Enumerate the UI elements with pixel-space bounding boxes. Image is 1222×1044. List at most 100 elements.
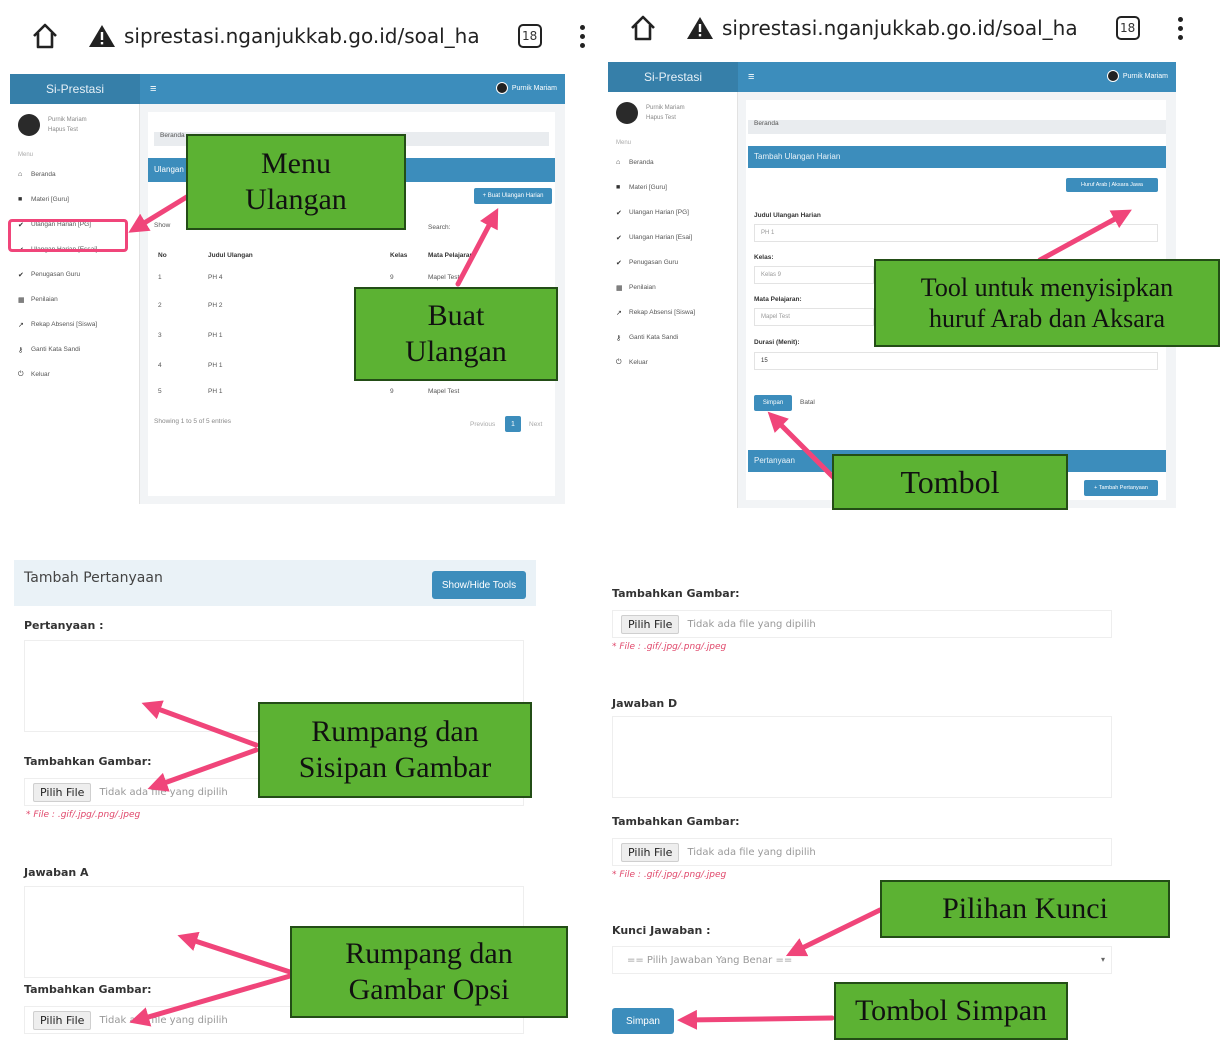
chart-icon: ↗ <box>18 321 24 329</box>
column-header[interactable]: Judul Ulangan <box>208 252 253 259</box>
user-menu[interactable]: Purnik Mariam <box>495 82 557 94</box>
menu-section-label: Menu <box>18 152 34 158</box>
judul-label: Judul Ulangan Harian <box>754 212 821 219</box>
breadcrumb: Beranda <box>748 120 1166 134</box>
kelas-select[interactable]: Kelas 9 <box>754 266 874 284</box>
file-input[interactable]: Pilih File Tidak ada file yang dipilih <box>612 610 1112 638</box>
table-cell: PH 4 <box>208 274 223 281</box>
no-file-text: Tidak ada file yang dipilih <box>99 1014 228 1026</box>
sidebar-item-ulangan-esai[interactable]: ✔ Ulangan Harian [Esai] <box>608 225 737 250</box>
app-brand[interactable]: Si-Prestasi <box>608 62 738 92</box>
column-header[interactable]: Kelas <box>390 252 407 259</box>
file-type-hint: * File : .gif/.jpg/.png/.jpeg <box>26 810 141 820</box>
table-cell: 2 <box>158 302 162 309</box>
show-hide-tools-button[interactable]: Show/Hide Tools <box>432 571 526 599</box>
choose-file-button[interactable]: Pilih File <box>621 842 680 862</box>
sidebar-item-penugasan[interactable]: ✔ Penugasan Guru <box>608 250 737 275</box>
sidebar-item-rekap[interactable]: ↗ Rekap Absensi [Siswa] <box>608 300 737 325</box>
table-footer-info: Showing 1 to 5 of 5 entries <box>154 418 231 425</box>
callout-text: Menu <box>261 147 331 180</box>
home-icon[interactable] <box>628 13 658 43</box>
sidebar-item-ulangan-pg[interactable]: ✔ Ulangan Harian [PG] <box>608 200 737 225</box>
callout-text: Buat <box>427 299 485 332</box>
top-navbar: Si-Prestasi ≡ Purnik Mariam <box>608 62 1176 92</box>
sidebar-item-beranda[interactable]: ⌂ Beranda <box>10 162 139 187</box>
breadcrumb-item: Beranda <box>754 120 779 127</box>
gambar-label: Tambahkan Gambar: <box>24 755 152 768</box>
sidebar-item-label: Keluar <box>31 371 50 378</box>
home-icon[interactable] <box>30 21 60 51</box>
sidebar-item-materi[interactable]: ■ Materi [Guru] <box>10 187 139 212</box>
sidebar-item-penugasan[interactable]: ✔ Penugasan Guru <box>10 262 139 287</box>
avatar <box>616 102 638 124</box>
arrow <box>677 1009 835 1030</box>
durasi-input[interactable]: 15 <box>754 352 1158 370</box>
table-cell: 5 <box>158 388 162 395</box>
file-type-hint: * File : .gif/.jpg/.png/.jpeg <box>612 870 727 880</box>
profile-name: Purnik Mariam <box>48 117 87 123</box>
sidebar-item-materi[interactable]: ■ Materi [Guru] <box>608 175 737 200</box>
choose-file-button[interactable]: Pilih File <box>33 1010 92 1030</box>
sidebar-item-penilaian[interactable]: ▦ Penilaian <box>608 275 737 300</box>
choose-file-button[interactable]: Pilih File <box>33 782 92 802</box>
cancel-button[interactable]: Batal <box>800 399 815 406</box>
sidebar-item-penilaian[interactable]: ▦ Penilaian <box>10 287 139 312</box>
warning-icon <box>89 25 115 47</box>
gambar-label: Tambahkan Gambar: <box>612 815 740 828</box>
callout-text: Gambar Opsi <box>348 973 510 1006</box>
tab-count-icon[interactable]: 18 <box>1115 16 1140 40</box>
column-header[interactable]: No <box>158 252 167 259</box>
table-cell: PH 1 <box>208 388 223 395</box>
grid-icon: ▦ <box>18 296 25 304</box>
more-menu-icon[interactable] <box>579 24 586 48</box>
sidebar-item-ganti-sandi[interactable]: ⚷ Ganti Kata Sandi <box>608 325 737 350</box>
judul-input[interactable]: PH 1 <box>754 224 1158 242</box>
callout-text: Rumpang dan <box>345 937 513 970</box>
add-question-button[interactable]: + Tambah Pertanyaan <box>1084 480 1158 496</box>
pagination-next[interactable]: Next <box>529 421 542 428</box>
pagination-previous[interactable]: Previous <box>470 421 495 428</box>
sidebar-item-beranda[interactable]: ⌂ Beranda <box>608 150 737 175</box>
sidebar-item-label: Beranda <box>629 159 654 166</box>
menu-toggle-icon[interactable]: ≡ <box>748 71 754 83</box>
tab-count-icon[interactable]: 18 <box>517 24 542 48</box>
mapel-label: Mata Pelajaran: <box>754 296 802 303</box>
table-cell: PH 1 <box>208 362 223 369</box>
form-title: Tambah Pertanyaan <box>24 570 163 586</box>
menu-toggle-icon[interactable]: ≡ <box>150 83 156 95</box>
choose-file-button[interactable]: Pilih File <box>621 614 680 634</box>
save-button[interactable]: Simpan <box>612 1008 674 1034</box>
menu-section-label: Menu <box>616 140 632 146</box>
sidebar-item-ganti-sandi[interactable]: ⚷ Ganti Kata Sandi <box>10 337 139 362</box>
callout-menu-ulangan: Menu Ulangan <box>186 134 406 230</box>
arab-aksara-tools[interactable]: Huruf Arab | Aksara Jawa <box>1066 178 1158 192</box>
profile-role: Hapus Test <box>48 127 78 133</box>
sidebar-item-rekap[interactable]: ↗ Rekap Absensi [Siswa] <box>10 312 139 337</box>
url-text[interactable]: siprestasi.nganjukkab.go.id/soal_ha <box>722 16 1078 40</box>
callout-buat-ulangan: Buat Ulangan <box>354 287 558 381</box>
more-menu-icon[interactable] <box>1177 16 1184 40</box>
jawaban-d-textarea[interactable] <box>612 716 1112 798</box>
folder-icon: ■ <box>616 184 621 191</box>
app-brand[interactable]: Si-Prestasi <box>10 74 140 104</box>
mapel-select[interactable]: Mapel Test <box>754 308 874 326</box>
table-cell: Mapel Test <box>428 388 460 395</box>
avatar <box>18 114 40 136</box>
save-button[interactable]: Simpan <box>754 395 792 411</box>
sidebar-item-keluar[interactable]: ⏻ Keluar <box>608 350 737 375</box>
url-text[interactable]: siprestasi.nganjukkab.go.id/soal_ha <box>124 24 480 48</box>
check-icon: ✔ <box>18 271 24 279</box>
panel-title: Ulangan <box>154 165 184 174</box>
pagination-page[interactable]: 1 <box>505 416 521 432</box>
sidebar-item-label: Ganti Kata Sandi <box>31 346 81 353</box>
callout-text: Tombol Simpan <box>854 994 1048 1027</box>
kunci-jawaban-select[interactable]: == Pilih Jawaban Yang Benar == ▾ <box>612 946 1112 974</box>
column-header[interactable]: Mata Pelajaran <box>428 252 474 259</box>
show-entries-label: Show <box>154 222 171 229</box>
sidebar-item-label: Penugasan Guru <box>629 259 679 266</box>
file-input[interactable]: Pilih File Tidak ada file yang dipilih <box>612 838 1112 866</box>
user-menu[interactable]: Purnik Mariam <box>1106 70 1168 82</box>
create-ulangan-button[interactable]: + Buat Ulangan Harian <box>474 188 552 204</box>
sidebar: Purnik Mariam Hapus Test Menu ⌂ Beranda ■ M… <box>608 92 738 508</box>
sidebar-item-keluar[interactable]: ⏻ Keluar <box>10 362 139 387</box>
